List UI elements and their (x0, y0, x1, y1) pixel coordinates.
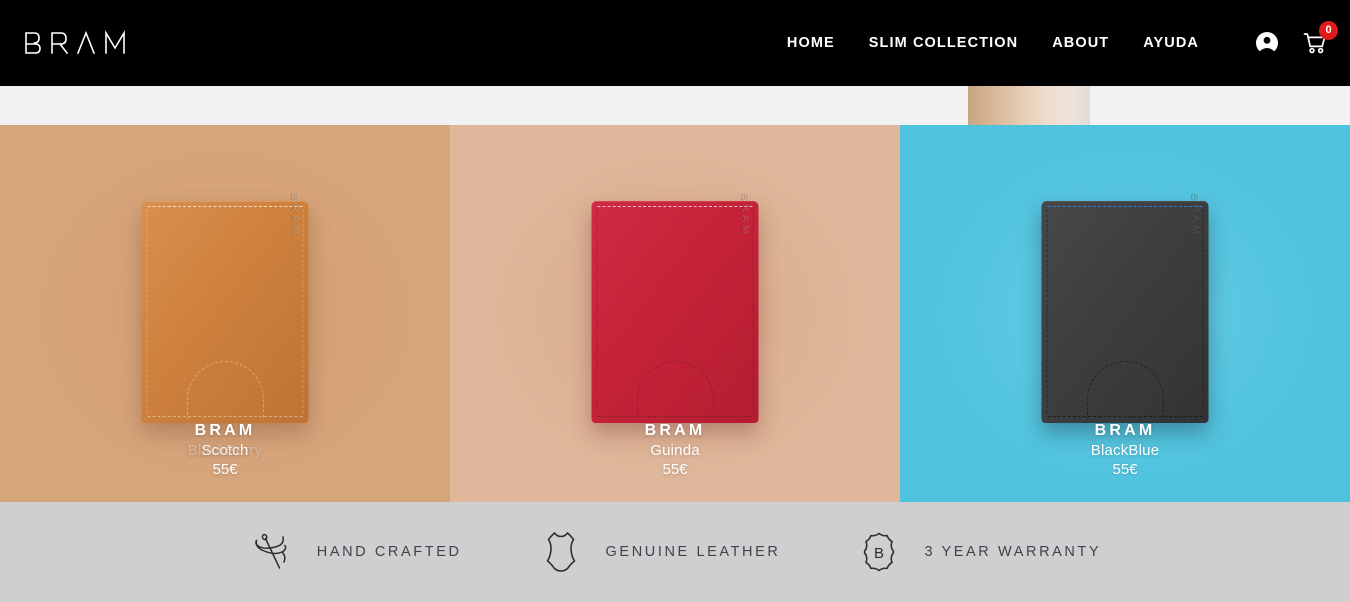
product-name: BlackBlue (1090, 442, 1160, 460)
account-circle-icon (1256, 32, 1278, 55)
stitch-left (1046, 209, 1048, 413)
warranty-seal-icon: B (856, 529, 902, 575)
stitch-right (1202, 209, 1204, 413)
embossed-logo: BRAM (1188, 193, 1201, 238)
feature-label-warranty: 3 YEAR WARRANTY (924, 544, 1102, 560)
brand-logo[interactable] (24, 30, 128, 56)
stitch-top (147, 206, 303, 207)
feature-label-hand-crafted: HAND CRAFTED (316, 544, 462, 560)
product-caption: BRAM BlackBlue 55€ (900, 421, 1350, 480)
product-caption: BRAM Guinda 55€ (450, 421, 900, 480)
product-name-wrap: BlackBlue (1091, 442, 1160, 461)
product-name: Guinda (650, 442, 700, 460)
product-card-blackblue[interactable]: BRAM BRAM BlackBlue 55€ (900, 125, 1350, 502)
stitch-right (752, 209, 754, 413)
main-navigation: HOME SLIM COLLECTION ABOUT AYUDA 0 (770, 21, 1350, 56)
product-image-scotch: BRAM (141, 194, 309, 423)
product-card-scotch[interactable]: BRAM BRAM BlackBerry Scotch 55€ (0, 125, 450, 502)
product-price: 55€ (662, 461, 688, 479)
seal-letter: B (874, 545, 884, 562)
cart-count-badge: 0 (1319, 21, 1338, 40)
feature-hand-crafted: HAND CRAFTED (249, 529, 462, 575)
feature-warranty: B 3 YEAR WARRANTY (856, 529, 1101, 575)
embossed-logo: BRAM (288, 193, 301, 238)
stitch-top (1047, 206, 1203, 207)
cart-button[interactable]: 0 (1302, 21, 1338, 56)
account-button[interactable] (1254, 30, 1280, 56)
hero-wooden-object (968, 86, 1090, 125)
thumb-notch (1086, 361, 1164, 419)
hero-image-strip (0, 86, 1350, 125)
thumb-notch (186, 361, 264, 419)
product-caption: BRAM BlackBerry Scotch 55€ (0, 421, 450, 480)
stitch-left (596, 209, 598, 413)
product-image-blackblue: BRAM (1041, 194, 1209, 423)
header-icon-group: 0 (1232, 21, 1338, 56)
product-name-wrap: BlackBerry Scotch (188, 442, 262, 461)
needle-thread-icon (249, 529, 295, 575)
product-brand: BRAM (644, 422, 706, 440)
feature-label-genuine-leather: GENUINE LEATHER (605, 544, 781, 560)
product-brand: BRAM (1094, 422, 1156, 440)
product-price: 55€ (1112, 461, 1138, 479)
thumb-notch (636, 361, 714, 419)
nav-item-home[interactable]: HOME (787, 35, 835, 51)
product-card-guinda[interactable]: BRAM BRAM Guinda 55€ (450, 125, 900, 502)
site-header: HOME SLIM COLLECTION ABOUT AYUDA 0 (0, 0, 1350, 86)
product-price: 55€ (212, 461, 238, 479)
nav-item-slim-collection[interactable]: SLIM COLLECTION (869, 35, 1018, 51)
product-brand: BRAM (194, 422, 256, 440)
product-name-wrap: Guinda (650, 442, 700, 461)
stitch-left (146, 209, 148, 413)
feature-bar: HAND CRAFTED GENUINE LEATHER B 3 YEAR WA… (0, 502, 1350, 602)
stitch-top (597, 206, 753, 207)
product-card-row: BRAM BRAM BlackBerry Scotch 55€ BRAM BRA… (0, 125, 1350, 502)
leather-hide-icon (538, 529, 584, 575)
product-image-guinda: BRAM (591, 194, 759, 423)
nav-item-about[interactable]: ABOUT (1052, 35, 1109, 51)
stitch-right (302, 209, 304, 413)
product-name: Scotch (201, 442, 249, 460)
nav-item-ayuda[interactable]: AYUDA (1143, 35, 1199, 51)
brand-logo-mark (25, 30, 125, 55)
feature-genuine-leather: GENUINE LEATHER (538, 529, 781, 575)
embossed-logo: BRAM (738, 193, 751, 238)
